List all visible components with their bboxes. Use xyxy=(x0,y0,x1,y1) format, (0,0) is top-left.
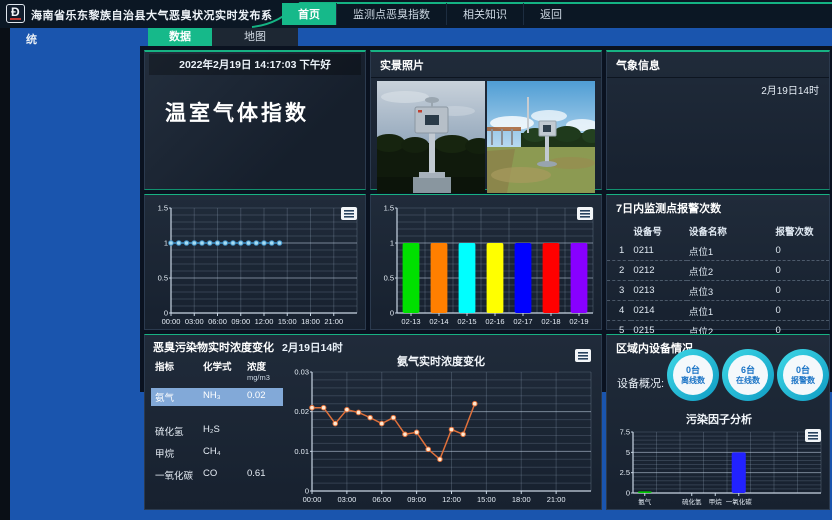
svg-text:2.5: 2.5 xyxy=(620,468,630,477)
chart-toolbox-icon[interactable] xyxy=(575,349,591,362)
svg-text:18:00: 18:00 xyxy=(301,317,320,326)
svg-text:02-14: 02-14 xyxy=(429,317,448,326)
chart-toolbox-icon[interactable] xyxy=(577,207,593,220)
app-logo-icon: Ɖ xyxy=(6,4,25,23)
svg-text:1.5: 1.5 xyxy=(158,204,168,213)
table-row: 10211点位10 xyxy=(607,241,829,261)
table-row: 40214点位10 xyxy=(607,301,829,321)
nav-home[interactable]: 首页 xyxy=(282,3,336,25)
odor-row-ammonia[interactable]: 氨气 NH₃ 0.02 xyxy=(151,388,283,406)
svg-text:21:00: 21:00 xyxy=(547,495,566,504)
svg-text:03:00: 03:00 xyxy=(185,317,204,326)
greenhouse-hourly-chart: 00.511.500:0003:0006:0009:0012:0015:0018… xyxy=(147,203,363,327)
svg-text:一氧化碳: 一氧化碳 xyxy=(726,497,753,506)
svg-text:5: 5 xyxy=(626,448,630,457)
main-nav: 首页 监测点恶臭指数 相关知识 返回 xyxy=(282,3,578,25)
offline-count-badge: 0台离线数 xyxy=(667,349,719,401)
nav-back[interactable]: 返回 xyxy=(523,3,578,25)
svg-text:00:00: 00:00 xyxy=(162,317,181,326)
svg-text:0: 0 xyxy=(626,489,630,498)
tab-map[interactable]: 地图 xyxy=(212,28,298,46)
odor-realtime-panel: 恶臭污染物实时浓度变化 2月19日14时 指标 化学式 浓度mg/m3 氨气 N… xyxy=(144,334,602,510)
weather-panel-title: 气象信息 xyxy=(607,52,829,78)
svg-text:12:00: 12:00 xyxy=(442,495,461,504)
table-row: 20212点位20 xyxy=(607,261,829,281)
svg-text:氨气: 氨气 xyxy=(638,497,652,506)
svg-text:1: 1 xyxy=(390,239,394,248)
svg-text:02-18: 02-18 xyxy=(541,317,560,326)
svg-text:15:00: 15:00 xyxy=(278,317,297,326)
svg-text:1: 1 xyxy=(164,239,168,248)
svg-text:0.5: 0.5 xyxy=(384,274,394,283)
svg-text:02-13: 02-13 xyxy=(401,317,420,326)
photos-panel: 实景照片 xyxy=(370,50,602,190)
ammonia-line-chart: 00.010.020.0300:0003:0006:0009:0012:0015… xyxy=(285,367,597,505)
odor-row-h2s[interactable]: 硫化氢 H₂S xyxy=(151,422,283,440)
nav-knowledge[interactable]: 相关知识 xyxy=(446,3,523,25)
svg-text:02-15: 02-15 xyxy=(457,317,476,326)
svg-text:硫化氢: 硫化氢 xyxy=(682,497,702,506)
greenhouse-index-title: 温室气体指数 xyxy=(165,97,365,127)
device-overview-label: 设备概况: xyxy=(617,375,664,391)
svg-text:09:00: 09:00 xyxy=(407,495,426,504)
svg-text:0.5: 0.5 xyxy=(158,274,168,283)
svg-text:15:00: 15:00 xyxy=(477,495,496,504)
devices-panel: 区域内设备情况 设备概况: 0台离线数 6台在线数 0台报警数 污染因子分析 0… xyxy=(606,334,830,510)
svg-text:甲烷: 甲烷 xyxy=(709,497,723,506)
alarm-count-panel: 7日内监测点报警次数 设备号 设备名称 报警次数 10211点位10 20212… xyxy=(606,194,830,330)
greenhouse-hourly-chart-panel: 00.511.500:0003:0006:0009:0012:0015:0018… xyxy=(144,194,366,330)
station-photo-2 xyxy=(487,81,595,193)
alarm-count-badge: 0台报警数 xyxy=(777,349,829,401)
app-title: 海南省乐东黎族自治县大气恶臭状况实时发布系 xyxy=(31,7,273,23)
title-wrapped-char: 统 xyxy=(26,31,37,47)
svg-text:0.01: 0.01 xyxy=(294,447,309,456)
station-photo-1 xyxy=(377,81,485,193)
odor-table-header: 指标 化学式 浓度mg/m3 xyxy=(151,357,283,384)
odor-row-co[interactable]: 一氧化碳 CO 0.61 xyxy=(151,466,283,484)
alarm-panel-title: 7日内监测点报警次数 xyxy=(607,195,829,220)
svg-text:12:00: 12:00 xyxy=(255,317,274,326)
svg-text:00:00: 00:00 xyxy=(303,495,322,504)
svg-text:09:00: 09:00 xyxy=(231,317,250,326)
table-row: 30213点位30 xyxy=(607,281,829,301)
pollution-factor-title: 污染因子分析 xyxy=(607,411,831,427)
odor-row-ch4[interactable]: 甲烷 CH₄ xyxy=(151,444,283,462)
svg-text:0: 0 xyxy=(390,309,394,318)
chart-toolbox-icon[interactable] xyxy=(341,207,357,220)
weather-panel: 气象信息 2月19日14时 xyxy=(606,50,830,190)
odor-table: 指标 化学式 浓度mg/m3 氨气 NH₃ 0.02 硫化氢 H₂S 甲烷 CH… xyxy=(151,357,283,484)
svg-text:03:00: 03:00 xyxy=(337,495,356,504)
svg-text:21:00: 21:00 xyxy=(324,317,343,326)
svg-text:02-16: 02-16 xyxy=(485,317,504,326)
svg-text:02-17: 02-17 xyxy=(513,317,532,326)
svg-text:0.03: 0.03 xyxy=(294,368,309,377)
chart-toolbox-icon[interactable] xyxy=(805,429,821,442)
alarm-table-header: 设备号 设备名称 报警次数 xyxy=(607,220,829,241)
top-bar: Ɖ 海南省乐东黎族自治县大气恶臭状况实时发布系 首页 监测点恶臭指数 相关知识 … xyxy=(0,0,832,28)
daily-index-chart-panel: 0 0.5 1 1.5 02-13 02-14 02-15 02-16 02-17 02-18 02… xyxy=(370,194,602,330)
weather-time: 2月19日14时 xyxy=(607,78,829,97)
online-count-badge: 6台在线数 xyxy=(722,349,774,401)
nav-odor-index[interactable]: 监测点恶臭指数 xyxy=(336,3,446,25)
greeting-panel: 2022年2月19日 14:17:03 下午好 温室气体指数 xyxy=(144,50,366,190)
svg-text:1.5: 1.5 xyxy=(384,204,394,213)
photos-panel-title: 实景照片 xyxy=(371,52,601,78)
svg-text:7.5: 7.5 xyxy=(620,428,630,437)
dashboard-page: Ɖ 海南省乐东黎族自治县大气恶臭状况实时发布系 首页 监测点恶臭指数 相关知识 … xyxy=(0,0,832,520)
odor-panel-title: 恶臭污染物实时浓度变化 xyxy=(153,339,274,355)
svg-text:02-19: 02-19 xyxy=(569,317,588,326)
svg-text:18:00: 18:00 xyxy=(512,495,531,504)
svg-text:06:00: 06:00 xyxy=(372,495,391,504)
left-edge-strip xyxy=(0,28,10,520)
datetime-text: 2022年2月19日 14:17:03 下午好 xyxy=(149,54,361,75)
svg-text:0.02: 0.02 xyxy=(294,407,309,416)
daily-index-bar-chart: 0 0.5 1 1.5 02-13 02-14 02-15 02-16 02-17 02-18 02… xyxy=(373,203,599,327)
tab-data[interactable]: 数据 xyxy=(148,28,212,46)
pollution-factor-bar-chart: 0 2.5 5 7.5 氨气 硫化氢甲烷一氧化碳 xyxy=(611,427,827,507)
svg-text:06:00: 06:00 xyxy=(208,317,227,326)
